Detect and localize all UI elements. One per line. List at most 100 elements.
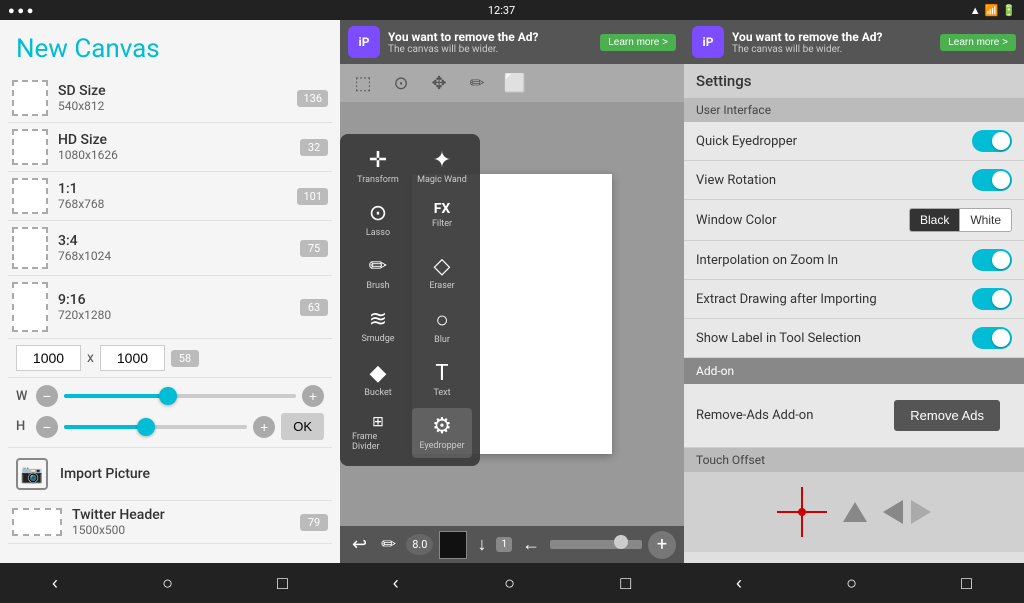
- select-icon[interactable]: ⬚: [348, 68, 378, 98]
- home-button[interactable]: ○: [142, 569, 193, 598]
- progress-container: [550, 540, 642, 549]
- tool-text[interactable]: T Text: [412, 355, 472, 404]
- tool-bucket[interactable]: ◆ Bucket: [348, 355, 408, 404]
- w-slider-thumb[interactable]: [159, 387, 177, 405]
- opacity-thumb[interactable]: [614, 535, 628, 549]
- canvas-name-twitter: Twitter Header: [72, 507, 290, 523]
- ad-title-mid: You want to remove the Ad?: [388, 30, 592, 44]
- back-button-right[interactable]: ‹: [716, 569, 762, 598]
- import-label: Import Picture: [60, 466, 150, 482]
- canvas-name-sd: SD Size: [58, 83, 287, 99]
- tool-filter[interactable]: FX Filter: [412, 195, 472, 244]
- extract-drawing-toggle[interactable]: [972, 288, 1012, 310]
- download-icon[interactable]: ↓: [473, 530, 490, 559]
- remove-ads-button[interactable]: Remove Ads: [894, 400, 1000, 431]
- tool-transform[interactable]: ✛ Transform: [348, 142, 408, 191]
- h-minus-button[interactable]: −: [36, 416, 58, 438]
- custom-height-input[interactable]: [100, 345, 165, 371]
- bottom-toolbar-mid: ↩ ✏ 8.0 ↓ 1 ← +: [340, 526, 684, 563]
- layer-count-badge[interactable]: 1: [496, 537, 512, 552]
- window-color-black-button[interactable]: Black: [910, 209, 959, 231]
- custom-width-input[interactable]: [16, 345, 81, 371]
- back-button[interactable]: ‹: [32, 569, 78, 598]
- list-item[interactable]: 9:16 720x1280 63: [8, 276, 332, 339]
- arrow-left-icon[interactable]: [883, 500, 903, 524]
- opacity-slider[interactable]: [550, 540, 642, 549]
- lasso-icon[interactable]: ⊙: [386, 68, 416, 98]
- view-rotation-toggle[interactable]: [972, 169, 1012, 191]
- tool-eyedropper[interactable]: ⚙ Eyedropper: [412, 408, 472, 458]
- w-slider-track[interactable]: [64, 394, 296, 398]
- status-time: 12:37: [488, 4, 515, 17]
- home-button-right[interactable]: ○: [826, 569, 877, 598]
- pen-tool-icon[interactable]: ✏: [377, 530, 400, 559]
- import-picture-item[interactable]: 📷 Import Picture: [8, 448, 332, 501]
- h-plus-button[interactable]: +: [253, 416, 275, 438]
- w-slider-row: W − +: [16, 382, 324, 410]
- learn-more-button-right[interactable]: Learn more >: [940, 34, 1016, 51]
- tool-eraser[interactable]: ◇ Eraser: [412, 248, 472, 297]
- canvas-area[interactable]: ✛ Transform ✦ Magic Wand ⊙ Lasso FX Filt…: [340, 102, 684, 526]
- recent-button-right[interactable]: □: [941, 569, 992, 598]
- ad-title-right: You want to remove the Ad?: [732, 30, 932, 44]
- tool-lasso[interactable]: ⊙ Lasso: [348, 195, 408, 244]
- undo-icon[interactable]: ↩: [348, 530, 371, 559]
- interpolation-toggle[interactable]: [972, 249, 1012, 271]
- toggle-knob: [992, 132, 1010, 150]
- window-color-white-button[interactable]: White: [959, 209, 1011, 231]
- add-button[interactable]: +: [648, 531, 676, 559]
- list-item[interactable]: 3:4 768x1024 75: [8, 221, 332, 276]
- lasso-tool-icon: ⊙: [369, 201, 387, 226]
- h-slider-thumb[interactable]: [137, 418, 155, 436]
- new-canvas-panel: New Canvas SD Size 540x812 136 HD Size 1…: [0, 20, 340, 603]
- list-item[interactable]: Twitter Header 1500x500 79: [8, 501, 332, 544]
- canvas-thumb-11: [12, 178, 48, 214]
- ad-banner-right: iP You want to remove the Ad? The canvas…: [684, 20, 1024, 64]
- eyedropper-icon: ⚙: [432, 414, 452, 439]
- canvas-badge-sd: 136: [297, 90, 328, 107]
- window-color-label: Window Color: [696, 213, 909, 228]
- recent-button-mid[interactable]: □: [600, 569, 651, 598]
- show-label-toggle[interactable]: [972, 327, 1012, 349]
- canvas-badge-11: 101: [297, 188, 328, 205]
- arrow-up-icon[interactable]: [843, 502, 867, 522]
- back-arrow-icon[interactable]: ←: [518, 530, 544, 559]
- canvas-thumb-916: [12, 282, 48, 332]
- w-plus-button[interactable]: +: [302, 385, 324, 407]
- frame-divider-icon: ⊞: [372, 414, 384, 430]
- h-slider-track[interactable]: [64, 425, 247, 429]
- canvas-dims-11: 768x768: [58, 197, 287, 211]
- arrow-right-icon[interactable]: [911, 500, 931, 524]
- w-label: W: [16, 389, 30, 404]
- pen-icon[interactable]: ✏: [462, 68, 492, 98]
- left-bottom-nav: ‹ ○ □: [0, 563, 340, 603]
- canvas-name-34: 3:4: [58, 233, 290, 249]
- extract-drawing-label: Extract Drawing after Importing: [696, 292, 972, 307]
- status-bar: ● ● ● 12:37 ▲ 📶 🔋: [0, 0, 1024, 20]
- list-item[interactable]: SD Size 540x812 136: [8, 74, 332, 123]
- move-icon[interactable]: ✥: [424, 68, 454, 98]
- canvas-badge-twitter: 79: [300, 514, 328, 531]
- list-item[interactable]: HD Size 1080x1626 32: [8, 123, 332, 172]
- import-icon[interactable]: ⬜: [500, 68, 530, 98]
- recent-button[interactable]: □: [257, 569, 308, 598]
- color-swatch[interactable]: [439, 531, 467, 559]
- ui-section-label: User Interface: [684, 98, 1024, 122]
- transform-icon: ✛: [369, 148, 387, 173]
- tool-brush[interactable]: ✏ Brush: [348, 248, 408, 297]
- settings-row-extract-drawing: Extract Drawing after Importing: [684, 280, 1024, 319]
- list-item[interactable]: 1:1 768x768 101: [8, 172, 332, 221]
- home-button-mid[interactable]: ○: [484, 569, 535, 598]
- w-minus-button[interactable]: −: [36, 385, 58, 407]
- tool-frame-divider[interactable]: ⊞ Frame Divider: [348, 408, 408, 458]
- quick-eyedropper-toggle[interactable]: [972, 130, 1012, 152]
- canvas-dims-sd: 540x812: [58, 99, 287, 113]
- tool-magic-wand[interactable]: ✦ Magic Wand: [412, 142, 472, 191]
- back-button-mid[interactable]: ‹: [373, 569, 419, 598]
- brush-icon: ✏: [369, 254, 387, 279]
- tool-smudge[interactable]: ≋ Smudge: [348, 301, 408, 351]
- tool-blur[interactable]: ○ Blur: [412, 301, 472, 351]
- learn-more-button-mid[interactable]: Learn more >: [600, 34, 676, 51]
- brush-size-badge[interactable]: 8.0: [406, 534, 433, 555]
- ok-button[interactable]: OK: [281, 413, 324, 440]
